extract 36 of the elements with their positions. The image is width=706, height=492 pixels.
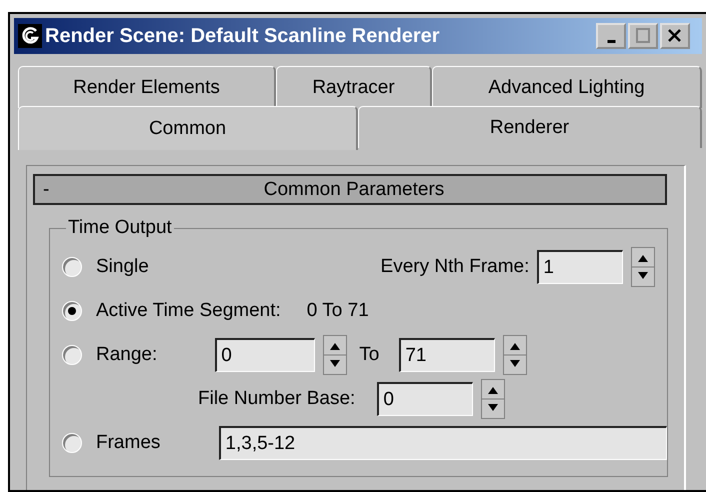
spinner-arrows-icon[interactable] <box>481 379 506 419</box>
input-field[interactable]: 0 <box>215 338 316 372</box>
radio-label: Frames <box>96 432 160 454</box>
input-field[interactable]: 0 <box>377 382 474 416</box>
radio-label: Active Time Segment: <box>96 300 281 322</box>
collapse-toggle[interactable]: - <box>35 178 73 200</box>
spinner-arrows-icon[interactable] <box>503 335 528 375</box>
field-label: To <box>359 344 380 366</box>
window-title: Render Scene: Default Scanline Renderer <box>45 24 440 48</box>
tab[interactable]: Advanced Lighting <box>432 66 702 108</box>
maximize-icon <box>633 26 653 46</box>
spinner-arrows-icon[interactable] <box>631 247 656 287</box>
group-title: Time Output <box>67 217 173 239</box>
radio-button[interactable] <box>62 301 82 321</box>
input-field[interactable]: 1,3,5-12 <box>219 426 668 460</box>
close-button[interactable] <box>660 23 690 49</box>
field-label: Every Nth Frame: <box>380 256 530 278</box>
tab[interactable]: Raytracer <box>276 66 432 108</box>
spinner-arrows-icon[interactable] <box>323 335 348 375</box>
radio-button[interactable] <box>62 257 82 277</box>
radio-button[interactable] <box>62 345 82 365</box>
input-field[interactable]: 1 <box>537 250 624 284</box>
radio-label: Range: <box>96 344 158 366</box>
radio-button[interactable] <box>62 433 82 453</box>
rollout-header[interactable]: - Common Parameters <box>33 174 667 205</box>
minimize-button[interactable] <box>596 23 626 49</box>
segment-value: 0 To 71 <box>306 300 369 322</box>
app-icon <box>18 24 42 48</box>
input-field[interactable]: 71 <box>399 338 496 372</box>
rollout-title: Common Parameters <box>262 178 446 200</box>
radio-label: Single <box>96 256 149 278</box>
field-label: File Number Base: <box>198 388 356 410</box>
tab[interactable]: Renderer <box>358 106 702 148</box>
tab[interactable]: Render Elements <box>18 66 276 108</box>
tab[interactable]: Common <box>18 106 358 150</box>
minimize-icon <box>606 40 616 42</box>
